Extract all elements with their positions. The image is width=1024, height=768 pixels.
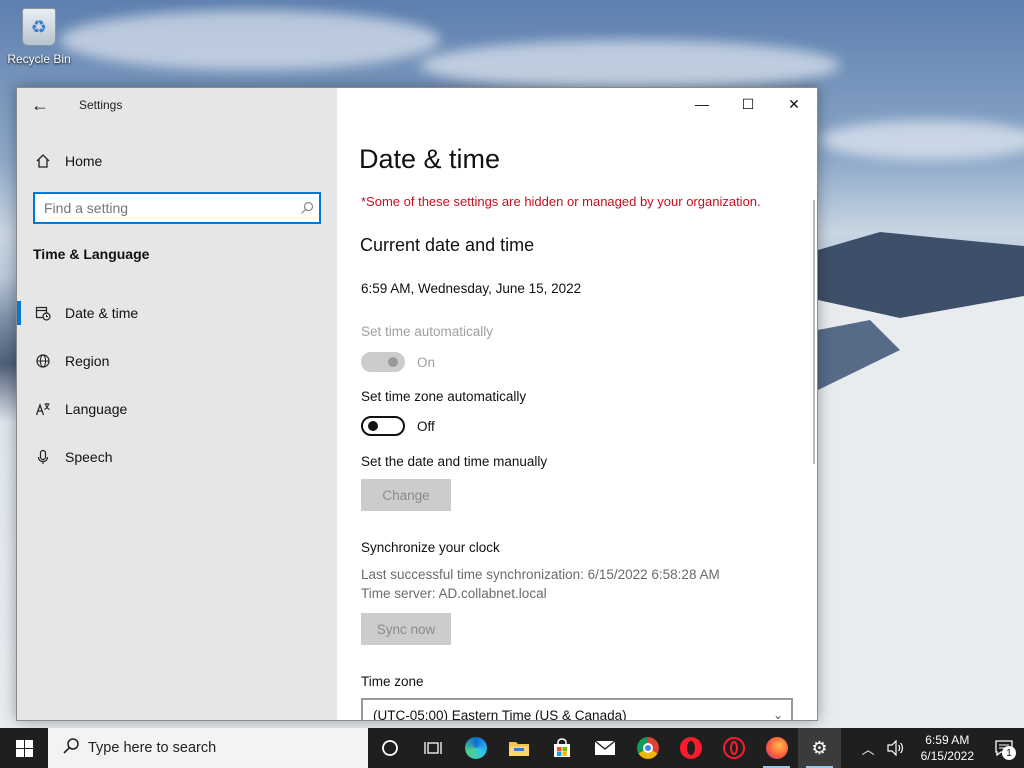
toggle-knob xyxy=(368,421,378,431)
mail-icon[interactable] xyxy=(583,728,626,768)
opera-gx-icon[interactable] xyxy=(712,728,755,768)
recycle-bin-label: Recycle Bin xyxy=(7,52,71,66)
sidebar-item-date-time[interactable]: Date & time xyxy=(17,289,337,337)
last-sync-info: Last successful time synchronization: 6/… xyxy=(361,567,720,582)
current-date-time-heading: Current date and time xyxy=(360,235,535,255)
action-center-button[interactable]: 1 xyxy=(984,728,1024,768)
chevron-down-icon: ⌄ xyxy=(772,708,783,721)
firefox-icon[interactable] xyxy=(755,728,798,768)
edge-icon[interactable] xyxy=(454,728,497,768)
home-label: Home xyxy=(65,153,103,169)
sidebar-item-label: Speech xyxy=(65,449,113,465)
page-title: Date & time xyxy=(359,144,501,174)
settings-sidebar: ← Settings Home Time & Language Date & t… xyxy=(17,88,337,720)
sidebar-item-region[interactable]: Region xyxy=(17,337,337,385)
chrome-icon[interactable] xyxy=(626,728,669,768)
toggle-state-label: On xyxy=(417,354,436,370)
time-zone-select[interactable]: (UTC-05:00) Eastern Time (US & Canada) ⌄ xyxy=(361,698,793,721)
task-view-icon[interactable] xyxy=(411,728,454,768)
taskbar-search[interactable]: Type here to search xyxy=(48,728,368,768)
volume-icon[interactable] xyxy=(881,728,911,768)
sidebar-item-label: Region xyxy=(65,353,110,369)
taskbar-clock[interactable]: 6:59 AM 6/15/2022 xyxy=(911,732,984,764)
current-date-time-value: 6:59 AM, Wednesday, June 15, 2022 xyxy=(361,281,582,296)
windows-logo-icon xyxy=(15,739,33,757)
settings-content: — ☐ ✕ Date & time *Some of these setting… xyxy=(337,88,817,720)
close-button[interactable]: ✕ xyxy=(771,88,817,120)
start-button[interactable] xyxy=(0,728,48,768)
taskbar-search-placeholder: Type here to search xyxy=(88,740,217,756)
set-time-automatically-label: Set time automatically xyxy=(361,324,494,339)
toggle-knob xyxy=(388,357,398,367)
settings-icon[interactable]: ⚙ xyxy=(798,728,841,768)
chevron-up-icon[interactable]: ︿ xyxy=(856,728,881,768)
recycle-bin-icon: ♻ xyxy=(22,8,56,46)
caption-buttons: — ☐ ✕ xyxy=(679,88,817,120)
maximize-button[interactable]: ☐ xyxy=(725,88,771,120)
search-icon xyxy=(60,737,82,760)
title-bar: ← Settings xyxy=(17,88,337,122)
sidebar-item-label: Date & time xyxy=(65,305,139,321)
search-input[interactable] xyxy=(35,194,295,222)
set-time-zone-automatically-row: Off xyxy=(361,416,435,436)
clock-time: 6:59 AM xyxy=(925,733,970,747)
set-time-automatically-toggle[interactable] xyxy=(361,352,405,372)
sidebar-nav: Date & time Region Language Speech xyxy=(17,289,337,481)
set-time-automatically-row: On xyxy=(361,352,435,372)
time-zone-value: (UTC-05:00) Eastern Time (US & Canada) xyxy=(373,707,627,721)
notification-count-badge: 1 xyxy=(1002,746,1016,760)
minimize-button[interactable]: — xyxy=(679,88,725,120)
change-button[interactable]: Change xyxy=(361,479,451,511)
sync-now-button[interactable]: Sync now xyxy=(361,613,451,645)
file-explorer-icon[interactable] xyxy=(497,728,540,768)
home-icon xyxy=(35,153,51,169)
clock-date: 6/15/2022 xyxy=(920,749,974,763)
system-tray: ︿ 6:59 AM 6/15/2022 1 xyxy=(856,728,1024,768)
managed-by-organization-note: *Some of these settings are hidden or ma… xyxy=(361,194,761,209)
set-time-zone-automatically-toggle[interactable] xyxy=(361,416,405,436)
sidebar-item-language[interactable]: Language xyxy=(17,385,337,433)
time-zone-label: Time zone xyxy=(361,674,424,689)
scrollbar[interactable] xyxy=(813,200,815,464)
microphone-icon xyxy=(35,449,51,465)
search-icon[interactable] xyxy=(295,201,319,215)
taskbar: Type here to search ⚙ ︿ 6:59 AM 6/15/202… xyxy=(0,728,1024,768)
set-date-time-manually-label: Set the date and time manually xyxy=(361,454,548,469)
cortana-icon[interactable] xyxy=(368,728,411,768)
opera-icon[interactable] xyxy=(669,728,712,768)
recycle-bin[interactable]: ♻ Recycle Bin xyxy=(6,8,72,66)
synchronize-clock-label: Synchronize your clock xyxy=(361,540,500,555)
settings-window: ← Settings Home Time & Language Date & t… xyxy=(16,87,818,721)
section-title: Time & Language xyxy=(33,246,150,262)
globe-icon xyxy=(35,353,51,369)
toggle-state-label: Off xyxy=(417,418,435,434)
sidebar-item-speech[interactable]: Speech xyxy=(17,433,337,481)
set-time-zone-automatically-label: Set time zone automatically xyxy=(361,389,527,404)
home-nav-item[interactable]: Home xyxy=(17,144,337,178)
find-setting-search xyxy=(33,192,321,224)
taskbar-apps: ⚙ xyxy=(368,728,841,768)
microsoft-store-icon[interactable] xyxy=(540,728,583,768)
time-server-info: Time server: AD.collabnet.local xyxy=(361,586,547,601)
calendar-clock-icon xyxy=(35,305,51,321)
back-button[interactable]: ← xyxy=(17,88,63,122)
sidebar-item-label: Language xyxy=(65,401,128,417)
window-title: Settings xyxy=(79,98,123,112)
language-icon xyxy=(35,401,51,417)
